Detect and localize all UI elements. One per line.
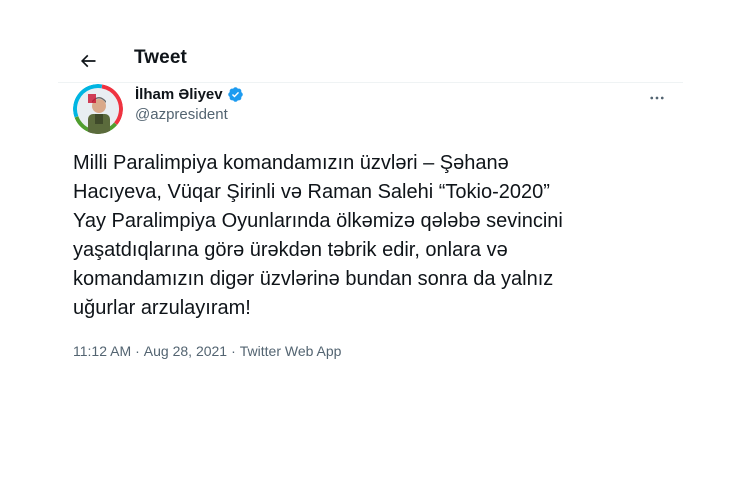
meta-separator: · [135, 343, 140, 359]
author-display-name[interactable]: İlham Əliyev [135, 86, 223, 103]
back-button[interactable] [71, 44, 105, 78]
tweet-text: Milli Paralimpiya komandamızın üzvləri –… [73, 152, 563, 319]
arrow-left-icon [80, 54, 96, 68]
avatar-image [73, 84, 123, 134]
tweet-metadata: 11:12 AM · Aug 28, 2021 · Twitter Web Ap… [73, 343, 341, 359]
tweet-time[interactable]: 11:12 AM [73, 343, 131, 359]
screenshot-frame: Tweet İlham Əliyev @azpresident Milli Pa… [0, 0, 740, 493]
meta-separator: · [231, 343, 236, 359]
avatar[interactable] [73, 84, 123, 134]
author-handle[interactable]: @azpresident [135, 106, 244, 123]
verified-badge-icon [227, 87, 243, 102]
tweet-source[interactable]: Twitter Web App [240, 343, 342, 359]
tweet-date[interactable]: Aug 28, 2021 [144, 343, 227, 359]
tweet-panel: Tweet İlham Əliyev @azpresident Milli Pa… [58, 36, 683, 456]
author-name-row: İlham Əliyev [135, 86, 244, 103]
more-horizontal-icon [650, 96, 664, 100]
page-title: Tweet [134, 47, 187, 68]
page-header: Tweet [58, 36, 683, 83]
tweet-author: İlham Əliyev @azpresident [135, 86, 244, 123]
more-options-button[interactable] [645, 86, 669, 110]
